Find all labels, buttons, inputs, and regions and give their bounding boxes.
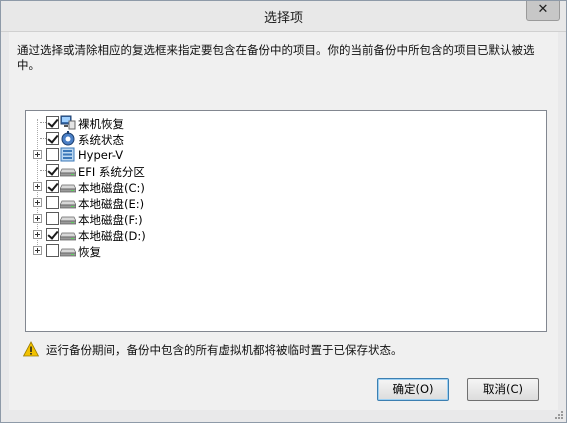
tree-item-label: Hyper-V <box>78 148 124 162</box>
tree-item[interactable]: 本地磁盘(D:) <box>26 227 326 243</box>
tree-item[interactable]: 系统状态 <box>26 131 326 147</box>
title-bar[interactable]: 选择项 ✕ <box>1 1 566 32</box>
bare-metal-icon <box>60 115 76 130</box>
expand-icon[interactable] <box>33 198 42 207</box>
expand-icon[interactable] <box>33 246 42 255</box>
item-checkbox[interactable] <box>46 116 59 129</box>
tree-item[interactable]: 本地磁盘(F:) <box>26 211 326 227</box>
tree-item-label: 恢复 <box>78 245 101 259</box>
system-state-icon <box>60 131 76 146</box>
item-checkbox[interactable] <box>46 228 59 241</box>
tree-item-label: 本地磁盘(F:) <box>78 213 143 227</box>
close-button[interactable]: ✕ <box>526 1 560 21</box>
tree-item[interactable]: 本地磁盘(E:) <box>26 195 326 211</box>
tree-item[interactable]: EFI 系统分区 <box>26 163 326 179</box>
resize-grip-icon[interactable] <box>554 410 564 420</box>
tree-item[interactable]: 恢复 <box>26 243 326 259</box>
warning-icon <box>23 341 39 357</box>
tree-item-label: 本地磁盘(E:) <box>78 197 145 211</box>
tree-item-label: 系统状态 <box>78 133 124 147</box>
expand-icon[interactable] <box>33 214 42 223</box>
tree-item-label: 裸机恢复 <box>78 117 124 131</box>
drive-icon <box>59 179 77 194</box>
description-text: 通过选择或清除相应的复选框来指定要包含在备份中的项目。你的当前备份中所包含的项目… <box>17 43 535 72</box>
drive-icon <box>59 227 77 242</box>
drive-icon <box>59 211 77 226</box>
tree-item-label: EFI 系统分区 <box>78 165 145 179</box>
item-checkbox[interactable] <box>46 180 59 193</box>
tree-item[interactable]: Hyper-V <box>26 147 326 163</box>
tree-item-label: 本地磁盘(D:) <box>78 229 146 243</box>
drive-icon <box>59 195 77 210</box>
drive-icon <box>59 243 77 258</box>
warning-message: 运行备份期间，备份中包含的所有虚拟机都将被临时置于已保存状态。 <box>46 343 403 357</box>
backup-items-tree[interactable]: 裸机恢复系统状态 Hyper-V EFI 系统分区 本地磁盘(C:) 本地磁盘(E:) 本… <box>25 110 547 332</box>
item-checkbox[interactable] <box>46 212 59 225</box>
item-checkbox[interactable] <box>46 196 59 209</box>
tree-item-label: 本地磁盘(C:) <box>78 181 145 195</box>
expand-icon[interactable] <box>33 230 42 239</box>
item-checkbox[interactable] <box>46 244 59 257</box>
dialog-content: 通过选择或清除相应的复选框来指定要包含在备份中的项目。你的当前备份中所包含的项目… <box>9 32 558 410</box>
expand-icon[interactable] <box>33 182 42 191</box>
ok-button[interactable]: 确定(O) <box>377 378 449 401</box>
hyperv-icon <box>60 147 76 162</box>
tree-item[interactable]: 本地磁盘(C:) <box>26 179 326 195</box>
cancel-button[interactable]: 取消(C) <box>467 378 539 401</box>
close-icon: ✕ <box>537 2 549 17</box>
select-items-dialog: 选择项 ✕ 通过选择或清除相应的复选框来指定要包含在备份中的项目。你的当前备份中… <box>0 0 567 423</box>
item-checkbox[interactable] <box>46 148 59 161</box>
item-checkbox[interactable] <box>46 164 59 177</box>
drive-icon <box>59 163 77 178</box>
tree-item[interactable]: 裸机恢复 <box>26 115 326 131</box>
expand-icon[interactable] <box>33 150 42 159</box>
dialog-title: 选择项 <box>263 11 303 26</box>
item-checkbox[interactable] <box>46 132 59 145</box>
